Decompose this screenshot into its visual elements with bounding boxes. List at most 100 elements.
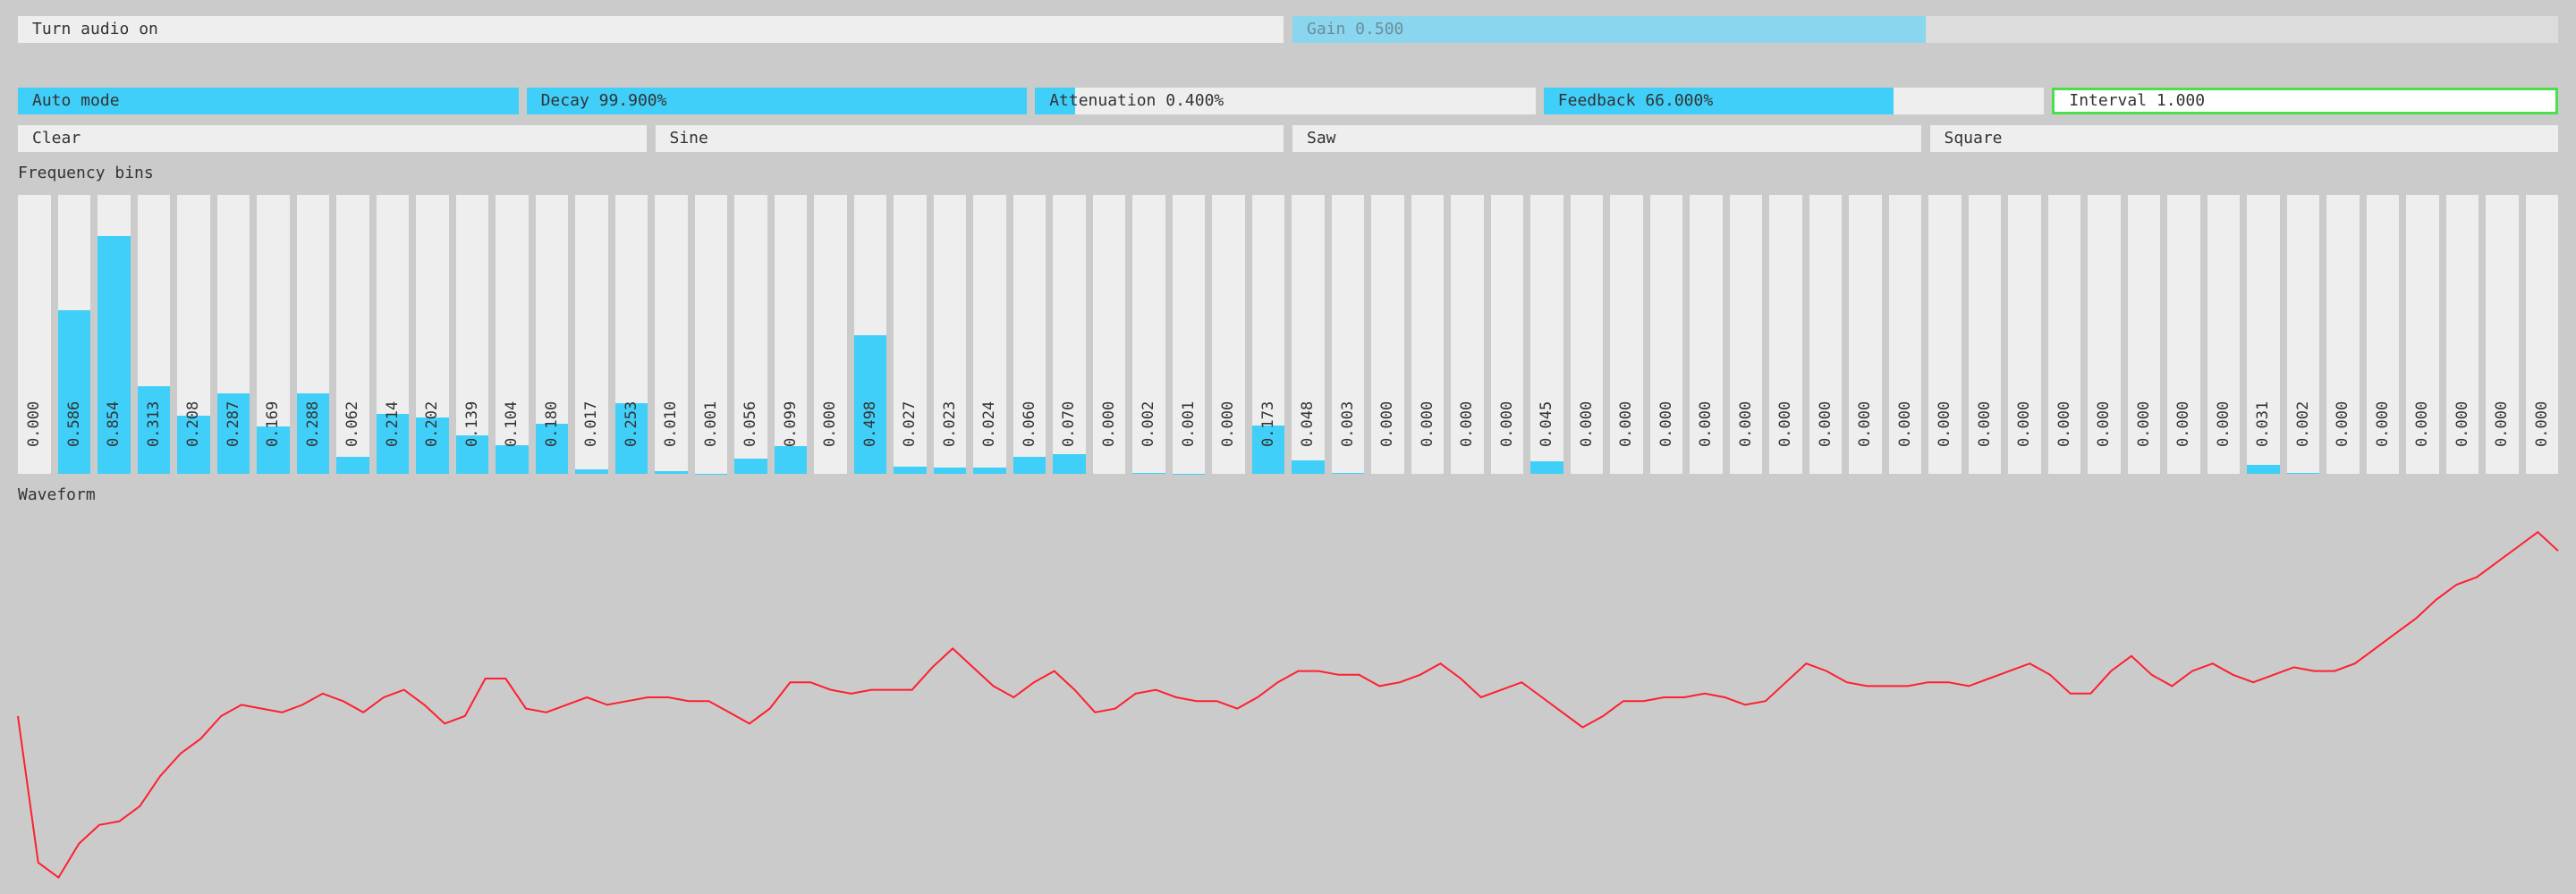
frequency-bin-value: 0.000	[1458, 401, 1477, 447]
frequency-bin-value: 0.313	[144, 401, 163, 447]
frequency-bin: 0.000	[1968, 195, 2001, 474]
feedback-slider[interactable]: Feedback 66.000%	[1543, 88, 2045, 114]
frequency-bin: 0.099	[774, 195, 807, 474]
frequency-bin: 0.000	[1809, 195, 1842, 474]
frequency-bin: 0.586	[57, 195, 90, 474]
frequency-bin: 0.048	[1292, 195, 1325, 474]
audio-toggle-label: Turn audio on	[32, 20, 158, 38]
frequency-bin-value: 0.139	[462, 401, 481, 447]
auto-mode-label: Auto mode	[32, 91, 120, 110]
frequency-bin-fill	[973, 467, 1006, 474]
frequency-bin: 0.173	[1251, 195, 1284, 474]
frequency-bin: 0.000	[2326, 195, 2360, 474]
interval-input-label: Interval 1.000	[2069, 91, 2206, 110]
frequency-bin-value: 0.000	[1776, 401, 1795, 447]
frequency-bin: 0.000	[1849, 195, 1882, 474]
frequency-bin-value: 0.024	[980, 401, 999, 447]
saw-button[interactable]: Saw	[1292, 125, 1921, 152]
frequency-bin-value: 0.000	[25, 401, 44, 447]
frequency-bin: 0.000	[1610, 195, 1643, 474]
frequency-bin-value: 0.017	[582, 401, 601, 447]
frequency-bin: 0.024	[973, 195, 1006, 474]
frequency-bin-value: 0.000	[2214, 401, 2233, 447]
frequency-bin-value: 0.002	[1140, 401, 1158, 447]
frequency-bin: 0.180	[535, 195, 568, 474]
frequency-bin: 0.002	[2286, 195, 2319, 474]
frequency-bin-value: 0.000	[2413, 401, 2432, 447]
frequency-bin-fill	[336, 456, 369, 474]
frequency-bin-fill	[774, 446, 807, 474]
auto-mode-toggle[interactable]: Auto mode	[18, 88, 519, 114]
frequency-bin-value: 0.000	[1497, 401, 1516, 447]
frequency-bin-value: 0.000	[1418, 401, 1436, 447]
frequency-bin: 0.056	[734, 195, 767, 474]
frequency-bin: 0.031	[2247, 195, 2280, 474]
frequency-bin-value: 0.000	[1099, 401, 1118, 447]
frequency-bin: 0.000	[2088, 195, 2121, 474]
clear-button[interactable]: Clear	[18, 125, 647, 152]
frequency-bin: 0.010	[655, 195, 688, 474]
frequency-bin: 0.287	[216, 195, 250, 474]
controls-row: Auto mode Decay 99.900% Attenuation 0.40…	[18, 88, 2558, 114]
square-button-label: Square	[1944, 129, 2003, 148]
frequency-bin: 0.017	[575, 195, 608, 474]
frequency-bin-value: 0.253	[622, 401, 640, 447]
frequency-bin-value: 0.000	[2015, 401, 2034, 447]
frequency-bin-fill	[2247, 465, 2280, 474]
frequency-bin-fill	[1530, 460, 1563, 474]
frequency-bin-fill	[1292, 460, 1325, 474]
frequency-bin: 0.000	[2047, 195, 2080, 474]
frequency-bin-value: 0.031	[2254, 401, 2273, 447]
frequency-bin-value: 0.000	[1856, 401, 1875, 447]
attenuation-slider[interactable]: Attenuation 0.400%	[1035, 88, 1536, 114]
square-button[interactable]: Square	[1929, 125, 2558, 152]
gain-slider[interactable]: Gain 0.500	[1292, 16, 2558, 43]
feedback-slider-label: Feedback 66.000%	[1557, 91, 1714, 110]
frequency-bin-value: 0.000	[1736, 401, 1755, 447]
sine-button[interactable]: Sine	[655, 125, 1284, 152]
frequency-bin-value: 0.070	[1060, 401, 1079, 447]
frequency-bin-value: 0.000	[2532, 401, 2551, 447]
frequency-bin-value: 0.000	[1577, 401, 1596, 447]
frequency-bin-value: 0.000	[2334, 401, 2352, 447]
frequency-bin-value: 0.003	[1338, 401, 1357, 447]
frequency-bin: 0.000	[2366, 195, 2399, 474]
frequency-bin-value: 0.586	[64, 401, 83, 447]
frequency-bin-fill	[1013, 457, 1046, 474]
frequency-bin-value: 0.023	[940, 401, 959, 447]
frequency-bin-value: 0.000	[1975, 401, 1994, 447]
frequency-bin-value: 0.854	[105, 401, 123, 447]
frequency-bin: 0.000	[1769, 195, 1802, 474]
frequency-bin-value: 0.000	[2095, 401, 2114, 447]
gain-slider-label: Gain 0.500	[1307, 20, 1404, 38]
frequency-bin-value: 0.000	[2134, 401, 2153, 447]
frequency-bin: 0.000	[1411, 195, 1444, 474]
waveform-plot[interactable]	[0, 501, 2576, 894]
frequency-bin: 0.001	[1172, 195, 1205, 474]
frequency-bin: 0.000	[1092, 195, 1125, 474]
frequency-bin: 0.169	[257, 195, 290, 474]
frequency-bin: 0.003	[1331, 195, 1364, 474]
frequency-bin-fill	[894, 466, 927, 474]
frequency-bin-value: 0.169	[264, 401, 283, 447]
frequency-bin-value: 0.000	[821, 401, 840, 447]
frequency-bin: 0.208	[177, 195, 210, 474]
frequency-bin-value: 0.010	[662, 401, 681, 447]
frequency-bin: 0.214	[376, 195, 409, 474]
frequency-bin: 0.000	[2127, 195, 2160, 474]
frequency-bin-value: 0.000	[2453, 401, 2471, 447]
audio-toggle-button[interactable]: Turn audio on	[18, 16, 1284, 43]
frequency-bin: 0.000	[1690, 195, 1723, 474]
clear-button-label: Clear	[32, 129, 81, 148]
frequency-bin-value: 0.001	[701, 401, 720, 447]
frequency-bin: 0.313	[137, 195, 170, 474]
frequency-bin-value: 0.104	[503, 401, 521, 447]
frequency-bin-value: 0.202	[423, 401, 442, 447]
frequency-bin: 0.000	[1212, 195, 1245, 474]
frequency-bin: 0.000	[1490, 195, 1523, 474]
decay-slider[interactable]: Decay 99.900%	[526, 88, 1028, 114]
frequency-bin: 0.070	[1053, 195, 1086, 474]
frequency-bin: 0.000	[2207, 195, 2240, 474]
frequency-bin: 0.000	[2167, 195, 2200, 474]
interval-input[interactable]: Interval 1.000	[2052, 88, 2558, 114]
